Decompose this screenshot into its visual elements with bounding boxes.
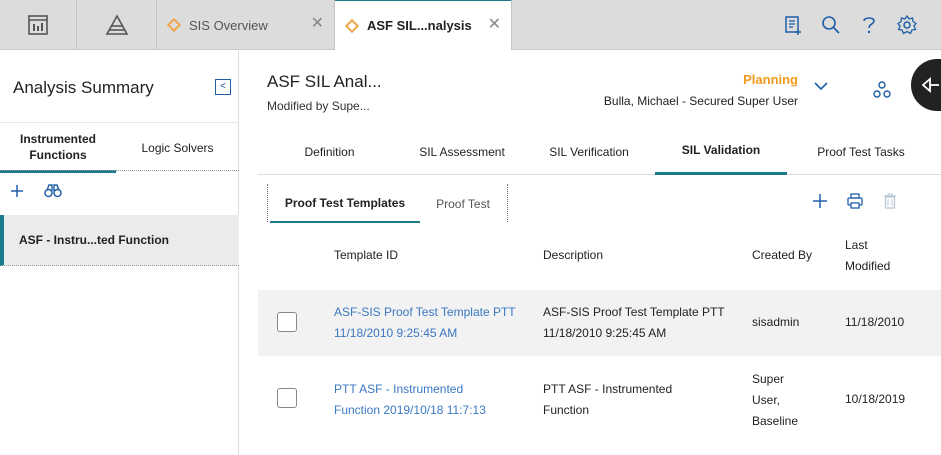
close-icon[interactable]: ✕ [311,16,324,32]
tab-proof-test-tasks[interactable]: Proof Test Tasks [787,128,935,175]
row-checkbox[interactable] [277,312,297,332]
tab-label: SIL Verification [549,144,629,159]
column-header-template-id[interactable]: Template ID [334,245,398,266]
tab-sil-validation[interactable]: SIL Validation [655,128,787,175]
cell-line: Baseline [752,414,799,428]
list-item[interactable]: ASF - Instru...ted Function [0,215,239,266]
tab-label: Proof Test [436,196,490,211]
sis-home-button[interactable] [77,0,157,50]
tab-label: ASF SIL...nalysis [367,18,472,33]
state-owner: Bulla, Michael - Secured Super User [603,94,798,108]
last-modified-cell: 10/18/2019 [845,392,906,406]
tab-label: SIL Assessment [419,144,505,159]
cell-line: PTT ASF - Instrumented [543,382,673,396]
tab-asf-sil-analysis[interactable]: ASF SIL...nalysis ✕ [335,0,512,50]
table-row[interactable]: PTT ASF - Instrumented Function 2019/10/… [258,358,941,434]
cell-line: Function [543,403,590,417]
row-checkbox[interactable] [277,388,297,408]
main-tabs: Definition SIL Assessment SIL Verificati… [258,128,941,175]
global-toolbar [783,14,917,36]
last-modified-cell: 11/18/2010 [845,315,905,329]
grid-actions [812,193,898,209]
tab-sil-assessment[interactable]: SIL Assessment [401,128,523,175]
diamond-icon [344,18,360,33]
divider [267,184,268,222]
binoculars-icon[interactable] [44,184,62,198]
tab-label: SIS Overview [189,17,268,33]
created-by-cell: sisadmin [752,315,800,329]
settings-icon[interactable] [897,14,917,36]
new-record-icon[interactable] [783,14,803,36]
header-line: Modified [845,259,891,273]
tab-label: Instrumented Functions [19,131,96,162]
description-cell: PTT ASF - Instrumented Function [543,379,672,421]
cell-line: ASF-SIS Proof Test Template PTT [334,305,516,319]
delete-icon[interactable] [882,193,898,209]
pane-title: Analysis Summary [13,78,154,97]
tab-sil-verification[interactable]: SIL Verification [523,128,655,175]
dashboard-icon [27,14,49,36]
cell-line: Function 2019/10/18 11:7:13 [334,403,486,417]
tab-label: SIL Validation [681,143,761,157]
analysis-summary-pane: Analysis Summary < Instrumented Function… [0,51,239,455]
tab-sis-overview[interactable]: SIS Overview ✕ [157,0,335,50]
diamond-icon [166,17,182,33]
close-icon[interactable]: ✕ [488,17,501,33]
tab-definition[interactable]: Definition [258,128,401,175]
table-row[interactable]: ASF-SIS Proof Test Template PTT 11/18/20… [258,290,941,356]
divider [507,184,508,222]
cell-line: 11/18/2010 9:25:45 AM [543,326,667,340]
list-item-label: ASF - Instru...ted Function [19,233,169,247]
record-title: ASF SIL Anal... [267,72,382,91]
hierarchy-icon[interactable] [873,81,891,99]
tab-label: Proof Test Tasks [817,144,905,159]
tab-logic-solvers[interactable]: Logic Solvers [116,123,239,173]
header-line: Last [845,238,868,252]
pyramid-icon [105,14,129,36]
chevron-down-icon[interactable] [814,82,828,91]
top-navigation-bar: SIS Overview ✕ ASF SIL...nalysis ✕ [0,0,941,50]
cell-line: Super [752,372,785,386]
collapse-pane-button[interactable]: < [215,79,231,95]
state-label[interactable]: Planning [743,72,798,87]
tab-proof-test-templates[interactable]: Proof Test Templates [270,184,420,223]
cell-line: User, [752,393,781,407]
tab-label: Proof Test Templates [284,195,406,210]
dashboard-button[interactable] [0,0,77,50]
print-icon[interactable] [847,193,863,209]
cell-line: 11/18/2010 9:25:45 AM [334,326,458,340]
cell-line: PTT ASF - Instrumented [334,382,464,396]
cell-line: ASF-SIS Proof Test Template PTT [543,305,725,319]
panel-open-icon [922,77,940,93]
column-header-created-by[interactable]: Created By [752,245,812,266]
template-id-link[interactable]: ASF-SIS Proof Test Template PTT 11/18/20… [334,302,516,344]
add-icon[interactable] [10,184,24,198]
help-icon[interactable] [859,14,879,36]
side-panel-toggle[interactable] [911,59,941,111]
tab-label: Definition [304,144,355,159]
template-id-link[interactable]: PTT ASF - Instrumented Function 2019/10/… [334,379,486,421]
tab-proof-test[interactable]: Proof Test [424,184,502,223]
created-by-cell: Super User, Baseline [752,369,798,432]
modified-by-text: Modified by Supe... [267,99,370,113]
tab-instrumented-functions[interactable]: Instrumented Functions [0,123,116,173]
divider [0,170,239,171]
left-pane-tabs: Instrumented Functions Logic Solvers [0,122,239,173]
tab-label: Logic Solvers [141,141,214,155]
column-header-description[interactable]: Description [543,245,603,266]
description-cell: ASF-SIS Proof Test Template PTT 11/18/20… [543,302,725,344]
left-pane-actions [10,184,62,198]
search-icon[interactable] [821,14,841,36]
column-header-last-modified[interactable]: Last Modified [845,235,890,277]
add-icon[interactable] [812,193,828,209]
